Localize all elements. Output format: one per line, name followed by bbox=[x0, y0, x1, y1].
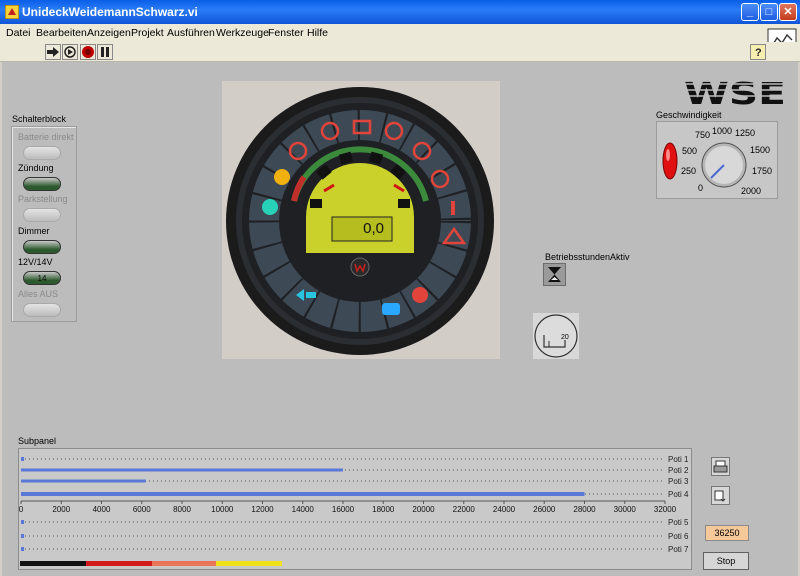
maximize-button[interactable]: □ bbox=[760, 3, 778, 21]
speed-tick-2000: 2000 bbox=[741, 186, 762, 196]
geschwindigkeit-title: Geschwindigkeit bbox=[656, 110, 722, 120]
slider-fill-1 bbox=[21, 468, 343, 472]
speed-tick-1250: 1250 bbox=[735, 128, 756, 138]
slider-fill-3 bbox=[21, 492, 585, 496]
switch-alles-aus[interactable] bbox=[23, 303, 61, 317]
axis-tick-label: 32000 bbox=[654, 505, 677, 514]
axis-tick-label: 30000 bbox=[614, 505, 637, 514]
print-settings-icon[interactable] bbox=[711, 486, 730, 505]
axis-tick-label: 6000 bbox=[133, 505, 151, 514]
svg-text:?: ? bbox=[755, 47, 762, 59]
status-bar-segment-2 bbox=[152, 561, 216, 566]
switch-batterie[interactable] bbox=[23, 146, 61, 160]
slider-label: Poti 4 bbox=[668, 490, 689, 499]
speed-knob[interactable] bbox=[700, 141, 748, 189]
slider-label: Poti 2 bbox=[668, 466, 689, 475]
axis-tick-label: 20000 bbox=[412, 505, 435, 514]
axis-tick-label: 8000 bbox=[173, 505, 191, 514]
subpanel-sliders[interactable]: Poti 1 Poti 2 Poti 3 Poti 4 0 2000 4000 6000 800… bbox=[18, 449, 692, 571]
slider-label: Poti 1 bbox=[668, 455, 689, 464]
slider-marker-0 bbox=[21, 457, 24, 461]
slider-label: Poti 7 bbox=[668, 545, 689, 554]
switch-zuendung[interactable] bbox=[23, 177, 61, 191]
dashboard-image: 0,0 bbox=[222, 81, 500, 359]
run-arrow-icon[interactable] bbox=[45, 44, 61, 60]
menu-fenster[interactable]: Fenster bbox=[268, 27, 304, 39]
menu-anzeigen[interactable]: Anzeigen bbox=[87, 27, 131, 39]
betriebsstunden-label: BetriebsstundenAktiv bbox=[545, 252, 630, 262]
schalterblock-title: Schalterblock bbox=[12, 114, 67, 124]
status-bar-segment-0 bbox=[20, 561, 86, 566]
speed-tick-750: 750 bbox=[695, 130, 711, 140]
slider-fill-2 bbox=[21, 479, 146, 483]
pause-icon[interactable] bbox=[97, 44, 113, 60]
slider-marker-4 bbox=[21, 520, 24, 524]
menu-bearbeiten[interactable]: Bearbeiten bbox=[36, 27, 87, 39]
toolbar: ? bbox=[0, 42, 800, 62]
hourglass-icon bbox=[543, 263, 566, 286]
speed-tick-250: 250 bbox=[681, 166, 697, 176]
axis-tick-label: 26000 bbox=[533, 505, 556, 514]
axis-tick-label: 24000 bbox=[493, 505, 516, 514]
status-bar-segment-3 bbox=[216, 561, 282, 566]
slider-label: Poti 6 bbox=[668, 532, 689, 541]
dashboard-display-value: 0,0 bbox=[363, 220, 384, 237]
minimize-button[interactable]: _ bbox=[741, 3, 759, 21]
axis-tick-label: 28000 bbox=[573, 505, 596, 514]
labview-icon bbox=[5, 5, 19, 19]
axis-tick-label: 14000 bbox=[292, 505, 315, 514]
value-indicator: 36250 bbox=[705, 525, 749, 541]
close-button[interactable]: ✕ bbox=[779, 3, 797, 21]
svg-text:WSE: WSE bbox=[684, 78, 786, 106]
run-continuous-icon[interactable] bbox=[62, 44, 78, 60]
minigauge-value: 20 bbox=[561, 334, 569, 341]
subpanel-title: Subpanel bbox=[18, 436, 57, 446]
slider-label: Poti 3 bbox=[668, 477, 689, 486]
switch-label-parkstellung: Parkstellung bbox=[18, 194, 68, 204]
window-title-bar: UnideckWeidemannSchwarz.vi _ □ ✕ bbox=[0, 0, 800, 24]
slider-marker-5 bbox=[21, 534, 24, 538]
axis-tick-label: 2000 bbox=[52, 505, 70, 514]
menu-ausfuehren[interactable]: Ausführen bbox=[167, 27, 215, 39]
menu-bar: Datei Bearbeiten Anzeigen Projekt Ausfüh… bbox=[0, 24, 800, 42]
axis-tick-label: 10000 bbox=[211, 505, 234, 514]
slider-label: Poti 5 bbox=[668, 518, 689, 527]
switch-voltage[interactable]: 14 bbox=[23, 271, 61, 285]
help-icon[interactable]: ? bbox=[750, 44, 766, 60]
menu-hilfe[interactable]: Hilfe bbox=[307, 27, 328, 39]
stop-button[interactable]: Stop bbox=[703, 552, 749, 570]
switch-dimmer[interactable] bbox=[23, 240, 61, 254]
axis-tick-label: 18000 bbox=[372, 505, 395, 514]
switch-label-zuendung: Zündung bbox=[18, 163, 54, 173]
wse-logo: WSE bbox=[684, 77, 788, 112]
menu-werkzeuge[interactable]: Werkzeuge bbox=[216, 27, 269, 39]
axis-tick-label: 4000 bbox=[93, 505, 111, 514]
axis-tick-label: 22000 bbox=[453, 505, 476, 514]
speed-tick-0: 0 bbox=[698, 183, 704, 193]
speed-tick-1000: 1000 bbox=[712, 126, 733, 136]
axis-tick-label: 12000 bbox=[251, 505, 274, 514]
speed-tick-500: 500 bbox=[682, 146, 698, 156]
axis-tick-label: 16000 bbox=[332, 505, 355, 514]
menu-datei[interactable]: Datei bbox=[6, 27, 31, 39]
speed-tick-1500: 1500 bbox=[750, 145, 771, 155]
abort-icon[interactable] bbox=[80, 44, 96, 60]
speed-tick-1750: 1750 bbox=[752, 166, 773, 176]
axis-tick-label: 0 bbox=[19, 505, 24, 514]
menu-projekt[interactable]: Projekt bbox=[131, 27, 164, 39]
switch-label-dimmer: Dimmer bbox=[18, 226, 50, 236]
minigauge-indicator: 20 bbox=[533, 313, 579, 359]
switch-label-batterie: Batterie direkt bbox=[18, 132, 74, 142]
slider-marker-6 bbox=[21, 547, 24, 551]
switch-label-alles-aus: Alles AUS bbox=[18, 289, 59, 299]
switch-label-voltage: 12V/14V bbox=[18, 257, 53, 267]
switch-parkstellung[interactable] bbox=[23, 208, 61, 222]
status-bar-segment-1 bbox=[86, 561, 152, 566]
window-title: UnideckWeidemannSchwarz.vi bbox=[22, 5, 198, 19]
speed-led-indicator bbox=[662, 142, 678, 180]
print-icon[interactable] bbox=[711, 457, 730, 476]
